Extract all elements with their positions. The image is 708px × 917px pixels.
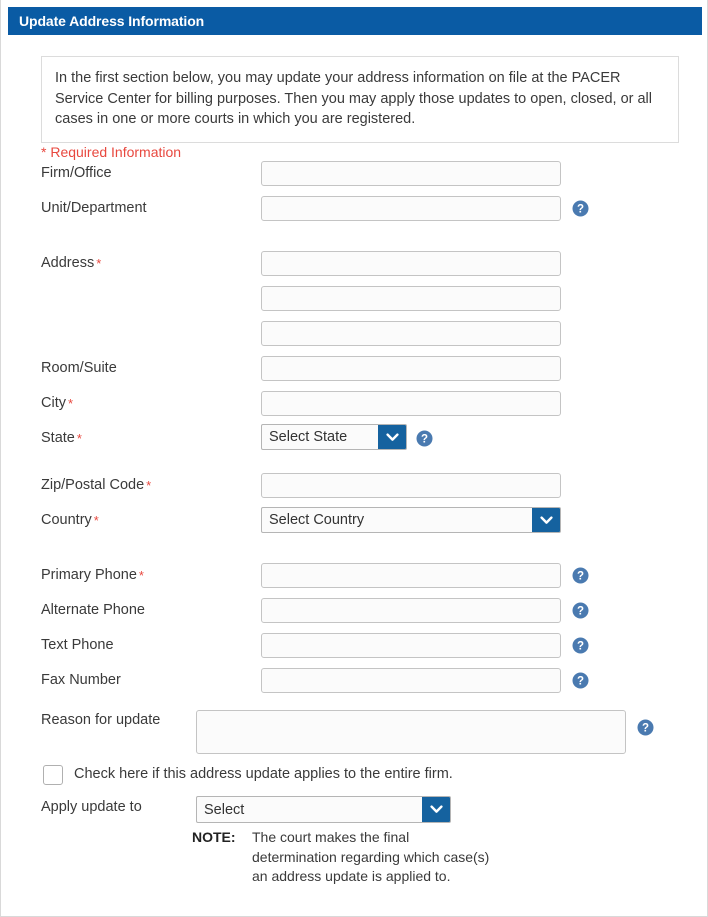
note-text: The court makes the final determination … xyxy=(252,829,490,884)
address-line-3-input[interactable] xyxy=(261,321,561,346)
label-city: City * xyxy=(41,395,74,411)
svg-text:?: ? xyxy=(421,434,428,446)
label-firm-office: Firm/Office xyxy=(41,165,112,181)
form-row-zip: Zip/Postal Code * xyxy=(1,473,708,510)
form-row-address-2 xyxy=(1,286,708,323)
help-icon[interactable]: ? xyxy=(572,200,589,217)
required-information-note: * Required Information xyxy=(41,144,182,160)
help-icon[interactable]: ? xyxy=(637,719,654,736)
country-select-value: Select Country xyxy=(269,512,365,528)
svg-text:?: ? xyxy=(577,204,584,216)
help-icon[interactable]: ? xyxy=(572,672,589,689)
svg-text:?: ? xyxy=(577,641,584,653)
country-select[interactable]: Select Country xyxy=(261,507,561,533)
form-row-country: Country * Select Country xyxy=(1,507,708,565)
text-phone-input[interactable] xyxy=(261,633,561,658)
city-input[interactable] xyxy=(261,391,561,416)
entire-firm-checkbox[interactable] xyxy=(43,765,63,785)
update-address-page: Update Address Information In the first … xyxy=(0,0,708,917)
form-row-address-1: Address * xyxy=(1,251,708,288)
panel-header: Update Address Information xyxy=(8,7,702,35)
form-row-text-phone: Text Phone ? xyxy=(1,633,708,670)
alternate-phone-input[interactable] xyxy=(261,598,561,623)
help-icon[interactable]: ? xyxy=(572,637,589,654)
svg-text:?: ? xyxy=(642,723,649,735)
label-fax-number: Fax Number xyxy=(41,672,121,688)
form-row-alternate-phone: Alternate Phone ? xyxy=(1,598,708,635)
form-row-city: City * xyxy=(1,391,708,428)
chevron-down-icon[interactable] xyxy=(422,797,450,822)
form-row-unit-department: Unit/Department ? xyxy=(1,196,708,253)
label-unit-department: Unit/Department xyxy=(41,200,147,216)
apply-update-to-select[interactable]: Select xyxy=(196,796,451,823)
help-icon[interactable]: ? xyxy=(572,567,589,584)
reason-for-update-textarea[interactable] xyxy=(196,710,626,754)
unit-department-input[interactable] xyxy=(261,196,561,221)
label-address: Address * xyxy=(41,255,102,271)
note-label: NOTE: xyxy=(192,829,236,845)
entire-firm-checkbox-label: Check here if this address update applie… xyxy=(74,766,453,782)
label-state: State * xyxy=(41,430,82,446)
form-row-primary-phone: Primary Phone * ? xyxy=(1,563,708,600)
label-primary-phone: Primary Phone * xyxy=(41,567,144,583)
chevron-down-icon[interactable] xyxy=(378,425,406,449)
label-zip-postal-code: Zip/Postal Code * xyxy=(41,477,152,493)
address-form: Firm/Office Unit/Department ? Address * R… xyxy=(1,161,708,705)
label-country: Country * xyxy=(41,512,99,528)
state-select-value: Select State xyxy=(269,429,348,445)
address-line-2-input[interactable] xyxy=(261,286,561,311)
note-block: NOTE: The court makes the final determin… xyxy=(192,828,492,906)
help-icon[interactable]: ? xyxy=(416,430,433,447)
form-row-state: State * Select State ? xyxy=(1,424,708,475)
form-row-fax-number: Fax Number ? xyxy=(1,668,708,705)
label-reason-for-update: Reason for update xyxy=(41,712,161,728)
address-line-1-input[interactable] xyxy=(261,251,561,276)
apply-update-to-value: Select xyxy=(204,801,245,818)
page-title: Update Address Information xyxy=(19,13,205,29)
fax-number-input[interactable] xyxy=(261,668,561,693)
chevron-down-icon[interactable] xyxy=(532,508,560,532)
svg-text:?: ? xyxy=(577,606,584,618)
firm-office-input[interactable] xyxy=(261,161,561,186)
label-apply-update-to: Apply update to xyxy=(41,799,142,815)
info-box-text: In the first section below, you may upda… xyxy=(55,70,652,127)
zip-postal-code-input[interactable] xyxy=(261,473,561,498)
form-row-room-suite: Room/Suite xyxy=(1,356,708,393)
primary-phone-input[interactable] xyxy=(261,563,561,588)
label-room-suite: Room/Suite xyxy=(41,360,117,376)
svg-text:?: ? xyxy=(577,676,584,688)
label-text-phone: Text Phone xyxy=(41,637,114,653)
form-row-address-3 xyxy=(1,321,708,358)
room-suite-input[interactable] xyxy=(261,356,561,381)
label-alternate-phone: Alternate Phone xyxy=(41,602,145,618)
form-row-firm-office: Firm/Office xyxy=(1,161,708,198)
state-select[interactable]: Select State xyxy=(261,424,407,450)
svg-text:?: ? xyxy=(577,571,584,583)
help-icon[interactable]: ? xyxy=(572,602,589,619)
info-box: In the first section below, you may upda… xyxy=(41,56,679,143)
